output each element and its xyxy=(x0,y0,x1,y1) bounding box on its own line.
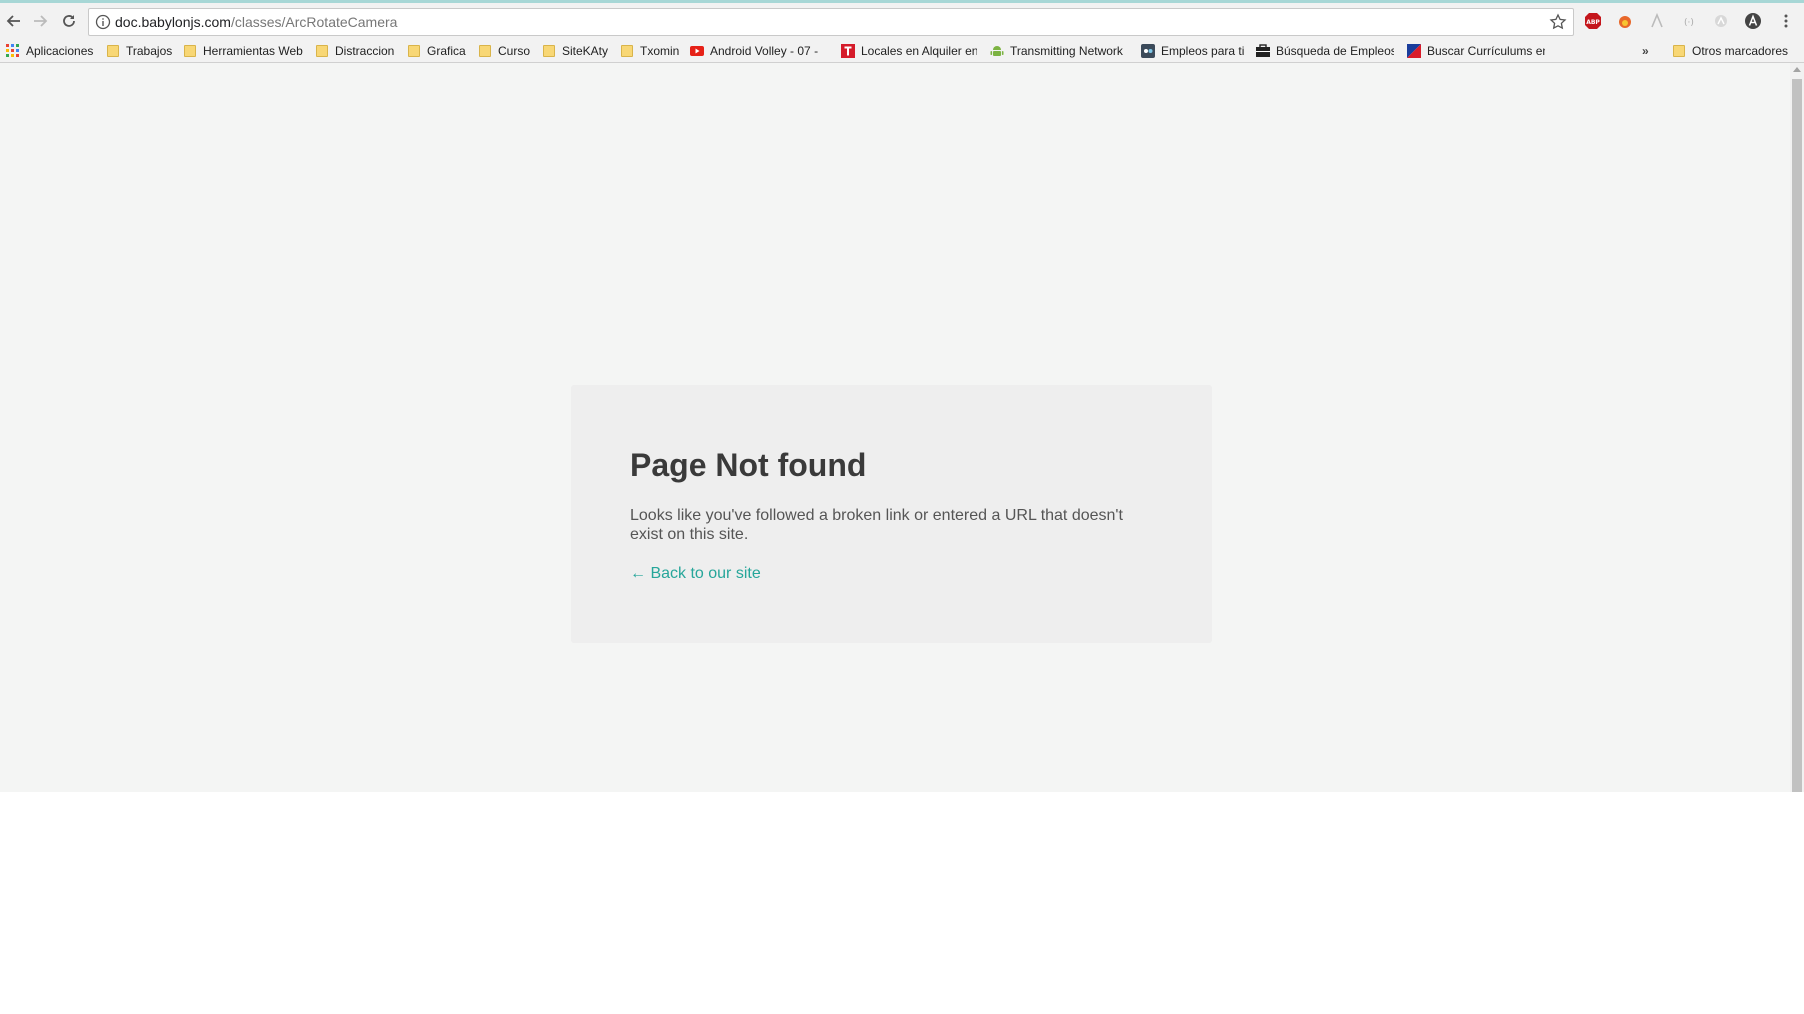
error-message: Looks like you've followed a broken link… xyxy=(630,507,1123,543)
bookmark-transmitting-network[interactable]: Transmitting Network xyxy=(990,42,1128,60)
url-path: /classes/ArcRotateCamera xyxy=(230,14,398,30)
bookmark-label: Grafica xyxy=(427,44,466,58)
briefcase-icon xyxy=(1256,44,1270,58)
bookmark-label: Aplicaciones xyxy=(26,44,94,58)
page-title: Page Not found xyxy=(630,447,867,483)
bookmark-buscar-curriculums[interactable]: Buscar Currículums en xyxy=(1407,42,1545,60)
scroll-thumb[interactable] xyxy=(1792,79,1802,792)
bookmark-label: Trabajos xyxy=(126,44,173,58)
reload-icon xyxy=(63,15,75,27)
bookmark-star-icon[interactable] xyxy=(1549,13,1567,31)
folder-icon xyxy=(106,44,120,58)
profile-a-icon[interactable] xyxy=(1744,12,1762,30)
bookmark-herramientas-web[interactable]: Herramientas Web xyxy=(183,42,303,60)
broadcast-icon[interactable]: (·) xyxy=(1680,12,1698,30)
folder-icon xyxy=(478,44,492,58)
site-icon xyxy=(1141,44,1155,58)
folder-icon xyxy=(1672,44,1686,58)
bookmark-label: Otros marcadores xyxy=(1692,44,1789,58)
bookmark-locales-alquiler[interactable]: Locales en Alquiler en xyxy=(841,42,977,60)
url-host: doc.babylonjs.com xyxy=(115,14,231,30)
android-icon xyxy=(990,44,1004,58)
svg-text:(·): (·) xyxy=(1684,18,1694,28)
bookmark-android-volley[interactable]: Android Volley - 07 - xyxy=(690,42,826,60)
arrow-right-icon xyxy=(34,15,48,27)
bookmark-empleos-para-ti[interactable]: Empleos para ti xyxy=(1141,42,1245,60)
folder-icon xyxy=(620,44,634,58)
bookmark-label: Distraccion xyxy=(335,44,395,58)
youtube-icon xyxy=(690,44,704,58)
bookmark-curso[interactable]: Curso xyxy=(478,42,530,60)
bookmark-aplicaciones[interactable]: Aplicaciones xyxy=(6,42,93,60)
bookmarks-overflow-chevron[interactable]: » xyxy=(1642,42,1649,60)
t-logo-icon xyxy=(841,44,855,58)
folder-icon xyxy=(183,44,197,58)
extension-fire-icon[interactable] xyxy=(1616,12,1634,30)
bookmark-label: Transmitting Network xyxy=(1010,44,1123,58)
scroll-up-arrow-icon[interactable] xyxy=(1793,67,1801,72)
bookmark-label: Búsqueda de Empleos xyxy=(1276,44,1394,58)
apps-grid-icon xyxy=(6,44,20,58)
bookmark-txomin[interactable]: Txomin xyxy=(620,42,679,60)
url-text[interactable]: doc.babylonjs.com/classes/ArcRotateCamer… xyxy=(115,14,397,30)
page-content: Page Not found Looks like you've followe… xyxy=(0,63,1790,792)
browser-toolbar: doc.babylonjs.com/classes/ArcRotateCamer… xyxy=(0,0,1804,39)
vertical-scrollbar[interactable] xyxy=(1790,63,1804,792)
svg-text:ABP: ABP xyxy=(1586,19,1600,26)
reload-button[interactable] xyxy=(57,9,81,33)
pdf-icon[interactable] xyxy=(1648,12,1666,30)
folder-icon xyxy=(315,44,329,58)
back-to-site-link[interactable]: ← Back to our site xyxy=(630,565,761,583)
bookmarks-bar: Aplicaciones Trabajos Herramientas Web D… xyxy=(0,39,1804,63)
bookmark-label: Android Volley - 07 - xyxy=(710,44,819,58)
forward-button[interactable] xyxy=(28,9,52,33)
bookmark-busqueda-empleos[interactable]: Búsqueda de Empleos xyxy=(1256,42,1394,60)
bookmark-trabajos[interactable]: Trabajos xyxy=(106,42,172,60)
bookmark-otros-marcadores[interactable]: Otros marcadores xyxy=(1672,42,1788,60)
info-icon[interactable] xyxy=(95,14,111,30)
bookmark-grafica[interactable]: Grafica xyxy=(407,42,466,60)
bookmark-label: Herramientas Web xyxy=(203,44,303,58)
bookmark-label: Locales en Alquiler en xyxy=(861,44,977,58)
bookmark-label: Curso xyxy=(498,44,531,58)
bookmark-label: Empleos para ti xyxy=(1161,44,1245,58)
bookmark-distraccion[interactable]: Distraccion xyxy=(315,42,394,60)
menu-dots-icon[interactable] xyxy=(1777,12,1795,30)
bookmark-label: Txomin xyxy=(640,44,680,58)
flag-icon xyxy=(1407,44,1421,58)
folder-icon xyxy=(407,44,421,58)
bookmark-label: Buscar Currículums en xyxy=(1427,44,1545,58)
address-bar[interactable]: doc.babylonjs.com/classes/ArcRotateCamer… xyxy=(88,8,1574,36)
back-button[interactable] xyxy=(2,9,26,33)
not-found-card: Page Not found Looks like you've followe… xyxy=(571,385,1212,643)
bookmark-sitekaty[interactable]: SiteKAty xyxy=(542,42,608,60)
bookmark-label: SiteKAty xyxy=(562,44,609,58)
extension-circle-icon[interactable] xyxy=(1712,12,1730,30)
adblock-icon[interactable]: ABP xyxy=(1584,12,1602,30)
folder-icon xyxy=(542,44,556,58)
arrow-left-icon xyxy=(6,15,20,27)
